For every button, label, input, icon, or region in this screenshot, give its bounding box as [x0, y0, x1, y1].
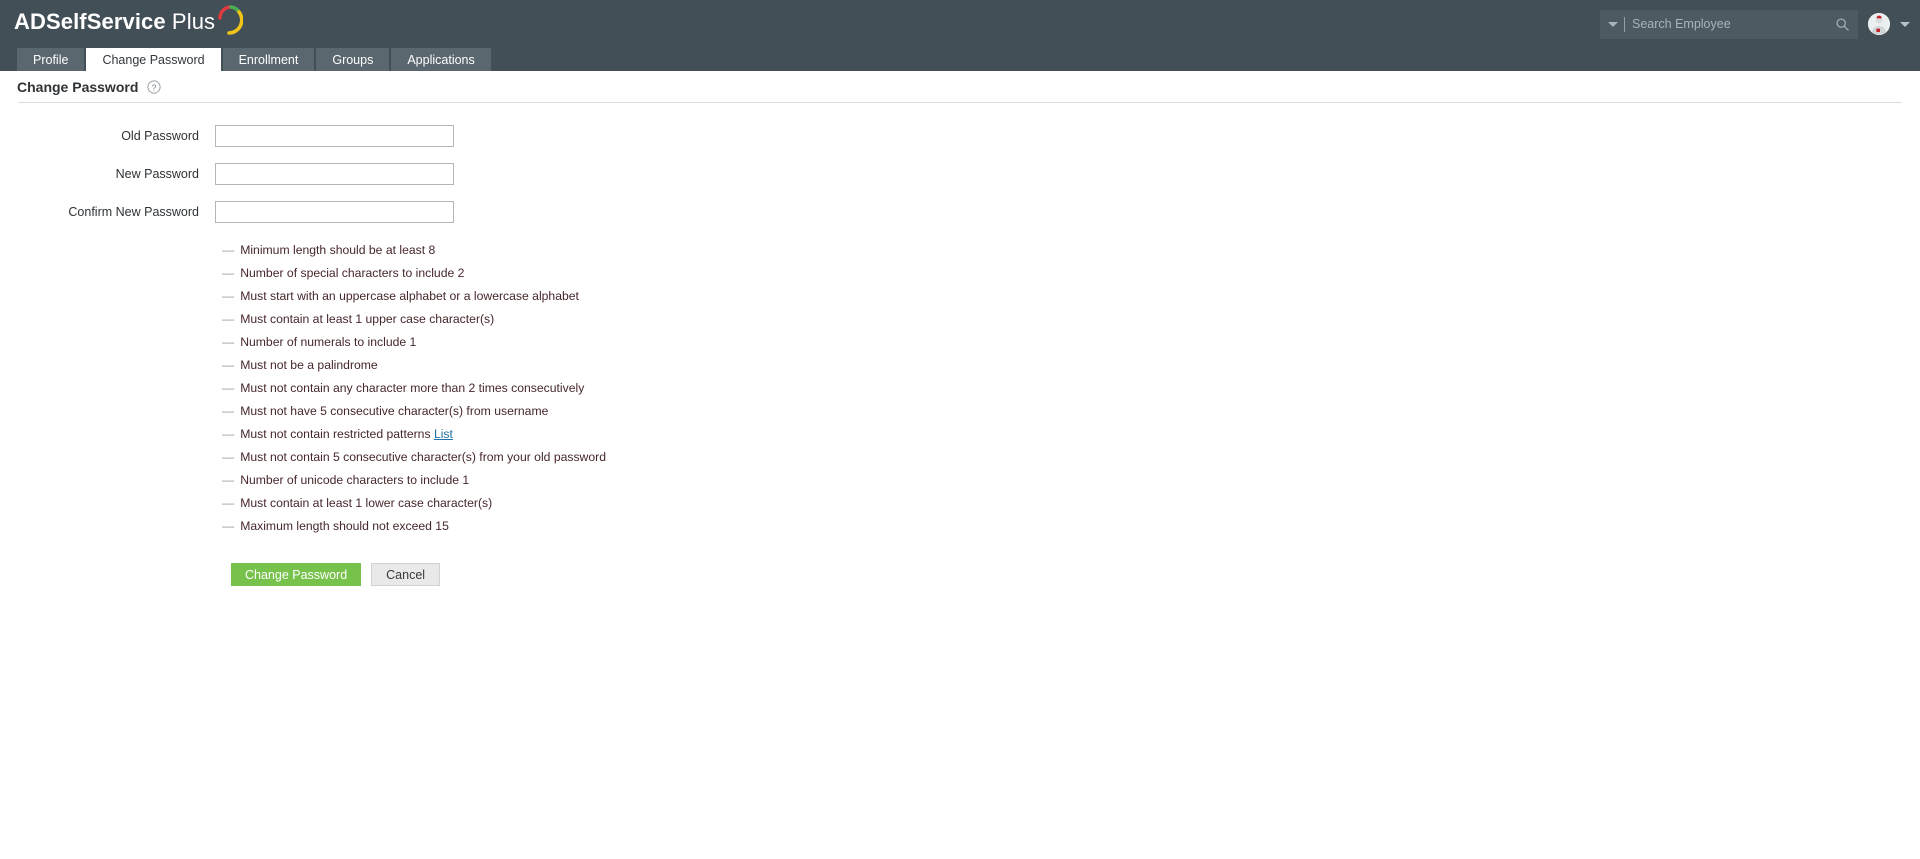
- new-password-label: New Password: [115, 167, 199, 181]
- rule-text: Must not contain restricted patterns: [240, 427, 434, 441]
- rule-text: Must contain at least 1 lower case chara…: [240, 496, 493, 510]
- rule-text: Must not be a palindrome: [240, 358, 378, 372]
- tab-label: Applications: [407, 52, 475, 67]
- list-item: — Must not have 5 consecutive character(s…: [222, 400, 622, 423]
- form-actions: Change Password Cancel: [231, 563, 1920, 586]
- rule-text: Minimum length should be at least 8: [240, 243, 436, 257]
- swoosh-arc-icon: [218, 5, 244, 35]
- rule-text: Maximum length should not exceed 15: [240, 519, 449, 533]
- bullet-dash-icon: —: [222, 358, 235, 372]
- app-logo[interactable]: ADSelfService Plus: [0, 0, 244, 48]
- logo-text-light: Plus: [165, 9, 216, 34]
- bullet-dash-icon: —: [222, 450, 235, 464]
- bullet-dash-icon: —: [222, 519, 235, 533]
- bullet-dash-icon: —: [222, 473, 235, 487]
- old-password-label: Old Password: [121, 129, 199, 143]
- header-right-cluster: [1600, 0, 1910, 48]
- bullet-dash-icon: —: [222, 404, 235, 418]
- form-row-confirm-new-password: Confirm New Password: [0, 201, 1920, 223]
- old-password-input[interactable]: [215, 125, 454, 147]
- list-item: — Must not be a palindrome: [222, 354, 622, 377]
- bullet-dash-icon: —: [222, 289, 235, 303]
- list-item: — Must contain at least 1 lower case char…: [222, 492, 622, 515]
- tab-label: Groups: [332, 52, 374, 67]
- chevron-down-icon[interactable]: [1608, 21, 1618, 27]
- tab-groups[interactable]: Groups: [316, 48, 390, 71]
- list-item: — Minimum length should be at least 8: [222, 239, 622, 262]
- logo-text: ADSelfService Plus: [14, 0, 215, 44]
- main-tab-bar: Profile Change Password Enrollment Group…: [0, 48, 1920, 71]
- list-item: — Maximum length should not exceed 15: [222, 515, 622, 538]
- confirm-new-password-input[interactable]: [215, 201, 454, 223]
- help-question-icon[interactable]: ?: [147, 79, 161, 94]
- cancel-button[interactable]: Cancel: [371, 563, 441, 586]
- search-divider: [1624, 16, 1625, 32]
- list-item: — Number of unicode characters to include…: [222, 469, 622, 492]
- rule-text: Number of unicode characters to include …: [240, 473, 470, 487]
- rule-text: Must not contain any character more than…: [240, 381, 585, 395]
- rule-text: Number of numerals to include 1: [240, 335, 417, 349]
- list-item: — Number of special characters to include…: [222, 262, 622, 285]
- tab-applications[interactable]: Applications: [391, 48, 491, 71]
- user-menu-chevron-down-icon[interactable]: [1900, 21, 1910, 27]
- rule-text: Must not contain 5 consecutive character…: [240, 450, 606, 464]
- search-input[interactable]: [1632, 17, 1835, 31]
- list-item: — Must not contain restricted patterns Li…: [222, 423, 622, 446]
- confirm-new-password-label: Confirm New Password: [68, 205, 199, 219]
- bullet-dash-icon: —: [222, 496, 235, 510]
- bullet-dash-icon: —: [222, 381, 235, 395]
- employee-search-box[interactable]: [1600, 9, 1858, 39]
- bullet-dash-icon: —: [222, 243, 235, 257]
- rule-text: Must not have 5 consecutive character(s)…: [240, 404, 549, 418]
- app-header: ADSelfService Plus: [0, 0, 1920, 48]
- change-password-button[interactable]: Change Password: [231, 563, 362, 586]
- search-icon[interactable]: [1835, 17, 1850, 32]
- change-password-form: Old Password New Password Confirm New Pa…: [0, 103, 1920, 586]
- page-title: Change Password: [17, 78, 139, 95]
- tab-profile[interactable]: Profile: [17, 48, 85, 71]
- page-header: Change Password ?: [0, 71, 1920, 102]
- bullet-dash-icon: —: [222, 266, 235, 280]
- list-item: — Must contain at least 1 upper case char…: [222, 308, 622, 331]
- tab-label: Profile: [33, 52, 69, 67]
- list-item: — Must not contain 5 consecutive characte…: [222, 446, 622, 469]
- list-item: — Must start with an uppercase alphabet o…: [222, 285, 622, 308]
- tab-label: Change Password: [102, 52, 205, 67]
- list-item: — Must not contain any character more tha…: [222, 377, 622, 400]
- bullet-dash-icon: —: [222, 312, 235, 326]
- rule-text: Must start with an uppercase alphabet or…: [240, 289, 579, 303]
- avatar[interactable]: [1868, 13, 1890, 35]
- tab-enrollment[interactable]: Enrollment: [222, 48, 315, 71]
- rule-text: Number of special characters to include …: [240, 266, 465, 280]
- svg-text:?: ?: [152, 82, 157, 92]
- tab-label: Enrollment: [238, 52, 299, 67]
- list-item: — Number of numerals to include 1: [222, 331, 622, 354]
- password-policy-rules: — Minimum length should be at least 8 — Nu…: [222, 239, 622, 538]
- rule-text: Must contain at least 1 upper case chara…: [240, 312, 495, 326]
- new-password-input[interactable]: [215, 163, 454, 185]
- tab-change-password[interactable]: Change Password: [86, 48, 221, 71]
- form-row-new-password: New Password: [0, 163, 1920, 185]
- logo-text-bold: ADSelfService: [14, 9, 166, 34]
- bullet-dash-icon: —: [222, 427, 235, 441]
- restricted-patterns-list-link[interactable]: List: [434, 427, 453, 441]
- form-row-old-password: Old Password: [0, 125, 1920, 147]
- bullet-dash-icon: —: [222, 335, 235, 349]
